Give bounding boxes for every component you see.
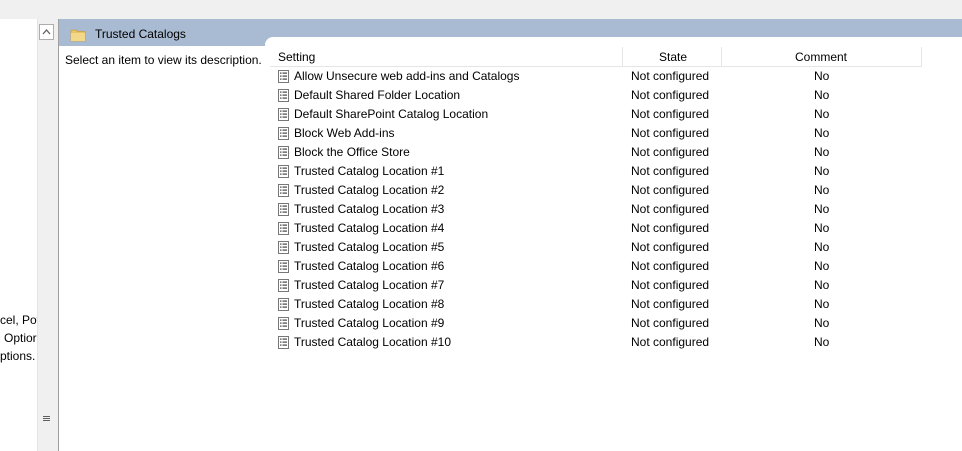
setting-comment: No [814,240,830,254]
policy-setting-icon [278,336,289,352]
policy-setting-icon [278,241,289,257]
table-row[interactable]: Trusted Catalog Location #1 Not configure… [272,162,922,181]
setting-name: Trusted Catalog Location #1 [294,164,445,178]
setting-state: Not configured [631,183,710,197]
chevron-up-icon [42,29,51,35]
setting-state: Not configured [631,88,710,102]
left-tree-pane: cel, Pov Optior ptions. [0,19,37,451]
description-panel [59,46,269,451]
setting-name: Trusted Catalog Location #9 [294,316,445,330]
column-divider[interactable] [921,47,922,67]
setting-name: Trusted Catalog Location #6 [294,259,445,273]
setting-state: Not configured [631,221,710,235]
column-header-comment[interactable]: Comment [795,48,847,66]
policy-setting-icon [278,203,289,219]
setting-state: Not configured [631,297,710,311]
folder-icon [70,29,86,42]
setting-name: Trusted Catalog Location #7 [294,278,445,292]
setting-state: Not configured [631,107,710,121]
policy-setting-icon [278,317,289,333]
setting-name: Trusted Catalog Location #5 [294,240,445,254]
scroll-up-button[interactable] [39,24,54,40]
policy-setting-icon [278,146,289,162]
table-row[interactable]: Allow Unsecure web add-ins and Catalogs N… [272,67,922,86]
table-row[interactable]: Trusted Catalog Location #8 Not configure… [272,295,922,314]
setting-comment: No [814,221,830,235]
table-row[interactable]: Trusted Catalog Location #2 Not configure… [272,181,922,200]
table-row[interactable]: Block Web Add-ins Not configured No [272,124,922,143]
setting-state: Not configured [631,164,710,178]
table-row[interactable]: Trusted Catalog Location #10 Not configur… [272,333,922,352]
table-row[interactable]: Trusted Catalog Location #5 Not configure… [272,238,922,257]
left-pane-text-3: ptions. [0,349,36,363]
setting-comment: No [814,107,830,121]
setting-name: Trusted Catalog Location #10 [294,335,451,349]
policy-setting-icon [278,165,289,181]
setting-name: Trusted Catalog Location #3 [294,202,445,216]
setting-name: Default Shared Folder Location [294,88,461,102]
left-pane-text-1: cel, Pov [0,313,37,327]
table-row[interactable]: Trusted Catalog Location #7 Not configure… [272,276,922,295]
policy-setting-icon [278,127,289,143]
setting-comment: No [814,259,830,273]
table-row[interactable]: Trusted Catalog Location #3 Not configure… [272,200,922,219]
setting-comment: No [814,126,830,140]
page-title: Trusted Catalogs [95,27,186,41]
table-row[interactable]: Block the Office Store Not configured No [272,143,922,162]
setting-state: Not configured [631,240,710,254]
setting-comment: No [814,278,830,292]
left-pane-text-2: Optior [4,331,37,345]
setting-comment: No [814,202,830,216]
column-header-state[interactable]: State [659,48,687,66]
scroll-thumb-grip[interactable] [39,411,54,427]
table-row[interactable]: Trusted Catalog Location #4 Not configure… [272,219,922,238]
setting-state: Not configured [631,126,710,140]
setting-state: Not configured [631,335,710,349]
policy-setting-icon [278,298,289,314]
setting-comment: No [814,88,830,102]
setting-comment: No [814,69,830,83]
policy-setting-icon [278,70,289,86]
table-row[interactable]: Trusted Catalog Location #9 Not configure… [272,314,922,333]
setting-comment: No [814,297,830,311]
description-text: Select an item to view its description. [65,53,262,67]
column-divider[interactable] [622,47,623,67]
setting-name: Trusted Catalog Location #2 [294,183,445,197]
setting-name: Block Web Add-ins [294,126,395,140]
table-row[interactable]: Default SharePoint Catalog Location Not c… [272,105,922,124]
setting-name: Allow Unsecure web add-ins and Catalogs [294,69,520,83]
setting-comment: No [814,335,830,349]
setting-state: Not configured [631,202,710,216]
setting-comment: No [814,164,830,178]
top-bar [0,0,962,19]
setting-name: Default SharePoint Catalog Location [294,107,489,121]
setting-state: Not configured [631,145,710,159]
policy-setting-icon [278,108,289,124]
setting-state: Not configured [631,69,710,83]
setting-name: Trusted Catalog Location #8 [294,297,445,311]
table-row[interactable]: Trusted Catalog Location #6 Not configure… [272,257,922,276]
policy-setting-icon [278,279,289,295]
setting-name: Trusted Catalog Location #4 [294,221,445,235]
setting-comment: No [814,183,830,197]
table-row[interactable]: Default Shared Folder Location Not config… [272,86,922,105]
policy-setting-icon [278,184,289,200]
grip-icon [43,416,50,421]
setting-comment: No [814,316,830,330]
policy-setting-icon [278,89,289,105]
policy-setting-icon [278,260,289,276]
setting-name: Block the Office Store [294,145,410,159]
setting-state: Not configured [631,316,710,330]
column-header-setting[interactable]: Setting [278,48,315,66]
setting-state: Not configured [631,278,710,292]
column-divider[interactable] [721,47,722,67]
policy-setting-icon [278,222,289,238]
left-pane-scrollbar[interactable] [37,19,55,451]
setting-state: Not configured [631,259,710,273]
setting-comment: No [814,145,830,159]
